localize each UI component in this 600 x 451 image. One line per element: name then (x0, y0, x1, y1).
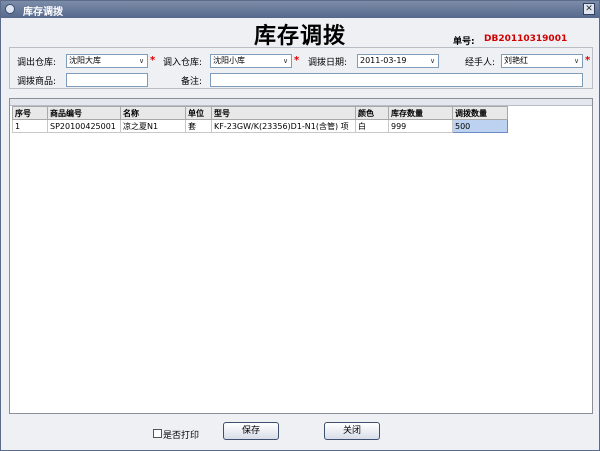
required-mark: * (294, 55, 300, 66)
transfer-date-picker[interactable]: 2011-03-19 ∨ (357, 54, 439, 68)
close-window-button[interactable]: ✕ (583, 3, 595, 15)
print-checkbox-label[interactable]: 是否打印 (163, 428, 199, 441)
app-icon (5, 4, 15, 14)
row-number-cell[interactable]: 1 (12, 119, 48, 133)
table-header-row: 序号 商品编号 名称 单位 型号 颜色 库存数量 调拨数量 (12, 106, 508, 120)
target-warehouse-label: 调入仓库: (163, 58, 203, 68)
color-cell[interactable]: 白 (355, 119, 389, 133)
column-header[interactable]: 商品编号 (47, 106, 121, 120)
note-input[interactable] (210, 73, 583, 87)
target-warehouse-value: 沈阳小库 (213, 56, 245, 65)
chevron-down-icon: ∨ (138, 57, 145, 65)
unit-cell[interactable]: 套 (185, 119, 212, 133)
required-mark: * (585, 55, 591, 66)
product-name-cell[interactable]: 凉之夏N1 (120, 119, 186, 133)
close-button[interactable]: 关闭 (324, 422, 380, 440)
handler-label: 经手人: (465, 58, 496, 68)
document-number-label: 单号: (453, 37, 475, 47)
note-label: 备注: (181, 77, 203, 87)
column-header[interactable]: 单位 (185, 106, 212, 120)
items-grid: 序号 商品编号 名称 单位 型号 颜色 库存数量 调拨数量 1 SP201004… (9, 98, 593, 414)
source-warehouse-value: 沈阳大库 (69, 56, 101, 65)
column-header[interactable]: 序号 (12, 106, 48, 120)
print-checkbox[interactable] (153, 429, 162, 438)
transfer-quantity-cell[interactable]: 500 (452, 119, 508, 133)
transfer-window: 库存调拨 ✕ 库存调拨 单号: DB20110319001 调出仓库: 沈阳大库… (0, 0, 600, 451)
product-label: 调拨商品: (17, 77, 57, 87)
target-warehouse-select[interactable]: 沈阳小库 ∨ (210, 54, 292, 68)
chevron-down-icon: ∨ (282, 57, 289, 65)
title-bar: 库存调拨 ✕ (1, 1, 599, 18)
product-code-cell[interactable]: SP20100425001 (47, 119, 121, 133)
column-header[interactable]: 型号 (211, 106, 356, 120)
items-table: 序号 商品编号 名称 单位 型号 颜色 库存数量 调拨数量 1 SP201004… (12, 106, 508, 133)
column-header[interactable]: 库存数量 (388, 106, 453, 120)
product-input[interactable] (66, 73, 148, 87)
chevron-down-icon: ∨ (429, 57, 436, 65)
handler-value: 刘艳红 (504, 56, 528, 65)
column-header[interactable]: 名称 (120, 106, 186, 120)
document-number-value: DB20110319001 (484, 34, 568, 44)
grid-toolbar (10, 99, 592, 106)
model-cell[interactable]: KF-23GW/K(23356)D1-N1(含管) 项 (211, 119, 356, 133)
column-header[interactable]: 颜色 (355, 106, 389, 120)
transfer-date-value: 2011-03-19 (360, 56, 407, 65)
handler-select[interactable]: 刘艳红 ∨ (501, 54, 583, 68)
chevron-down-icon: ∨ (573, 57, 580, 65)
save-button[interactable]: 保存 (223, 422, 279, 440)
source-warehouse-label: 调出仓库: (17, 58, 57, 68)
transfer-date-label: 调拨日期: (308, 58, 348, 68)
source-warehouse-select[interactable]: 沈阳大库 ∨ (66, 54, 148, 68)
column-header[interactable]: 调拨数量 (452, 106, 508, 120)
stock-quantity-cell[interactable]: 999 (388, 119, 453, 133)
window-title: 库存调拨 (23, 7, 63, 18)
table-row[interactable]: 1 SP20100425001 凉之夏N1 套 KF-23GW/K(23356)… (12, 119, 508, 133)
required-mark: * (150, 55, 156, 66)
